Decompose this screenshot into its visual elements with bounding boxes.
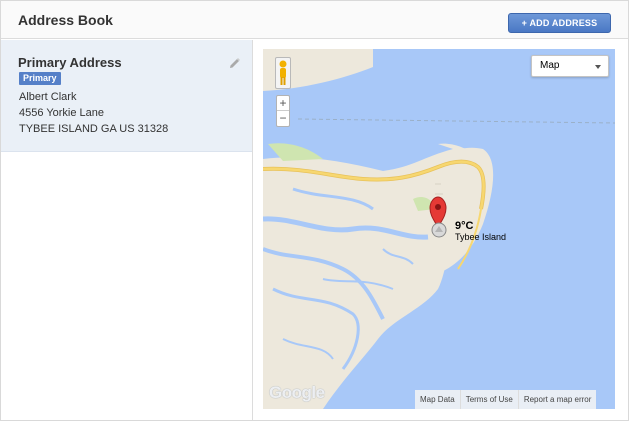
google-logo: Google bbox=[269, 383, 325, 402]
map-attribution-bar: Map Data Terms of Use Report a map error bbox=[415, 390, 597, 409]
map-type-select[interactable]: Map bbox=[531, 55, 609, 77]
address-heading: Primary Address bbox=[18, 55, 122, 70]
map-data-link[interactable]: Map Data bbox=[415, 390, 460, 409]
contact-name: Albert Clark bbox=[19, 91, 77, 103]
header: Address Book + ADD ADDRESS bbox=[1, 1, 628, 39]
caret-down-icon bbox=[595, 65, 601, 69]
map-view[interactable]: + − Map 9°C Tybee Island Google Map Data… bbox=[263, 49, 615, 409]
address-card[interactable]: Primary Address Primary Albert Clark 455… bbox=[1, 40, 252, 152]
address-list: Primary Address Primary Albert Clark 455… bbox=[1, 40, 253, 420]
report-map-error-link[interactable]: Report a map error bbox=[517, 390, 597, 409]
zoom-out-button[interactable]: − bbox=[277, 111, 289, 126]
pegman-icon[interactable] bbox=[275, 57, 291, 89]
address-book-panel: Address Book + ADD ADDRESS Primary Addre… bbox=[0, 0, 629, 421]
page-title: Address Book bbox=[18, 12, 113, 28]
zoom-in-button[interactable]: + bbox=[277, 96, 289, 111]
terms-of-use-link[interactable]: Terms of Use bbox=[459, 390, 518, 409]
map-type-label: Map bbox=[540, 60, 560, 71]
street-address: 4556 Yorkie Lane bbox=[19, 107, 105, 119]
weather-temperature: 9°C bbox=[455, 220, 474, 232]
pencil-icon[interactable] bbox=[228, 57, 241, 70]
city-line: TYBEE ISLAND GA US 31328 bbox=[19, 123, 169, 135]
weather-place: Tybee Island bbox=[455, 232, 507, 242]
primary-badge: Primary bbox=[19, 72, 61, 85]
add-address-button[interactable]: + ADD ADDRESS bbox=[508, 13, 611, 33]
zoom-control: + − bbox=[276, 95, 290, 127]
map-marker-icon[interactable] bbox=[428, 194, 452, 240]
